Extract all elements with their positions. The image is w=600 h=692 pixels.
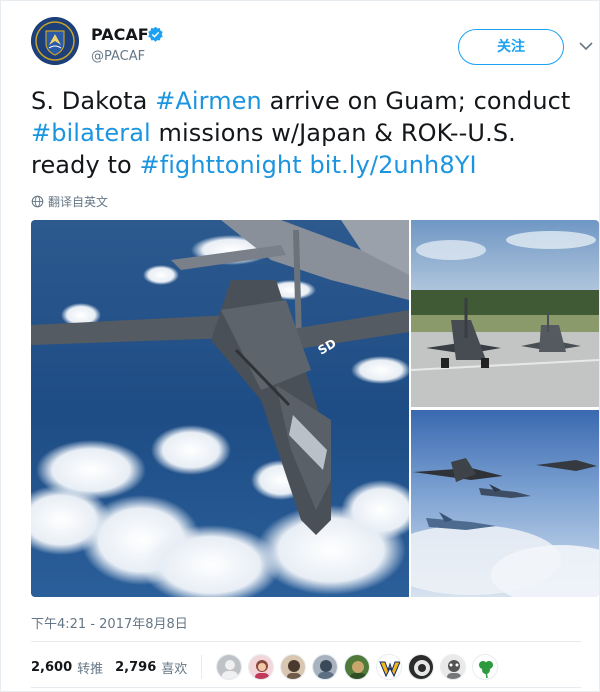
liker-avatar-icon bbox=[281, 655, 306, 679]
liker-avatar-icon bbox=[249, 655, 274, 679]
display-name[interactable]: PACAF bbox=[91, 25, 149, 44]
hashtag-link-bilateral[interactable]: #bilateral bbox=[31, 119, 151, 147]
liker-avatar-icon bbox=[313, 655, 338, 679]
tweet-card: PACAF @PACAF 关注 S. Dakota #Airmen arrive… bbox=[0, 0, 600, 692]
bomber-refueling-image: SD bbox=[31, 220, 409, 597]
globe-icon bbox=[31, 195, 44, 208]
translate-label: 翻译自英文 bbox=[48, 195, 109, 209]
stats-separator bbox=[201, 655, 203, 679]
tweet-text-segment: S. Dakota bbox=[31, 87, 156, 115]
formation-flight-image bbox=[411, 410, 599, 597]
like-label[interactable]: 喜欢 bbox=[161, 658, 187, 677]
shamrock-icon bbox=[473, 655, 498, 679]
liker-avatar-icon bbox=[441, 655, 466, 679]
avatar[interactable] bbox=[31, 17, 79, 65]
tweet-text: S. Dakota #Airmen arrive on Guam; conduc… bbox=[31, 85, 581, 181]
liker-avatar[interactable] bbox=[376, 654, 403, 680]
liker-avatar[interactable] bbox=[472, 654, 499, 680]
liker-avatar[interactable] bbox=[216, 654, 243, 680]
hashtag-link-fighttonight[interactable]: #fighttonight bbox=[140, 151, 302, 179]
liker-avatar-icon bbox=[345, 655, 370, 679]
liker-avatar-icon bbox=[409, 655, 434, 679]
liker-avatar[interactable] bbox=[344, 654, 371, 680]
photo-formation-flight[interactable] bbox=[411, 410, 599, 597]
tweet-stats: 2,600 转推 2,796 喜欢 bbox=[31, 654, 504, 680]
verified-badge-icon bbox=[148, 26, 163, 42]
follow-button[interactable]: 关注 bbox=[458, 29, 564, 65]
photo-bomber-refueling[interactable]: SD bbox=[31, 220, 409, 597]
wv-logo-icon bbox=[377, 655, 402, 679]
url-link[interactable]: bit.ly/2unh8YI bbox=[309, 151, 476, 179]
timestamp[interactable]: 下午4:21 - 2017年8月8日 bbox=[31, 613, 188, 632]
tweet-text-segment: arrive on Guam; conduct bbox=[261, 87, 571, 115]
photo-bombers-runway[interactable] bbox=[411, 220, 599, 407]
pacaf-emblem-icon bbox=[31, 17, 79, 65]
retweet-label[interactable]: 转推 bbox=[77, 658, 103, 677]
divider bbox=[31, 687, 581, 688]
liker-avatar[interactable] bbox=[408, 654, 435, 680]
liker-avatar[interactable] bbox=[248, 654, 275, 680]
liker-avatar[interactable] bbox=[280, 654, 307, 680]
retweet-count[interactable]: 2,600 bbox=[31, 660, 72, 675]
liker-avatar[interactable] bbox=[312, 654, 339, 680]
translate-link[interactable]: 翻译自英文 bbox=[31, 193, 108, 210]
bombers-runway-image bbox=[411, 220, 599, 407]
like-count[interactable]: 2,796 bbox=[115, 660, 156, 675]
hashtag-link-airmen[interactable]: #Airmen bbox=[155, 87, 262, 115]
divider bbox=[31, 641, 581, 642]
chevron-down-icon[interactable] bbox=[579, 41, 593, 51]
user-handle[interactable]: @PACAF bbox=[91, 49, 145, 64]
liker-avatar-icon bbox=[217, 655, 242, 679]
liker-avatar[interactable] bbox=[440, 654, 467, 680]
